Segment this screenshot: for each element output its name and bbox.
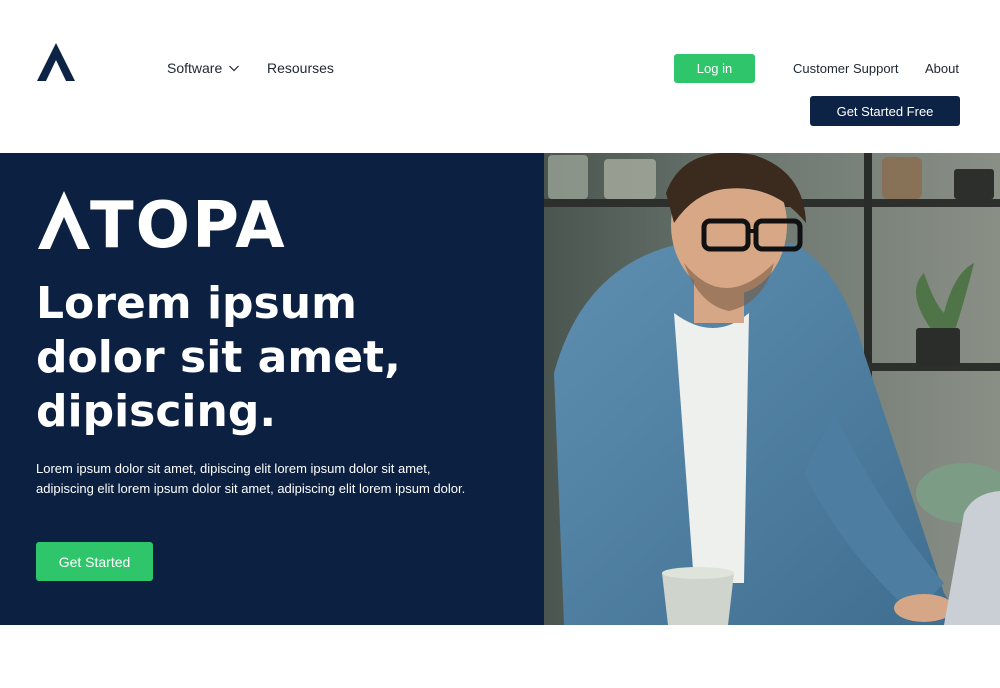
chevron-down-icon bbox=[229, 65, 240, 72]
brand-a-glyph-icon bbox=[38, 191, 90, 249]
nav-software-label: Software bbox=[167, 60, 223, 76]
nav-resources[interactable]: Resourses bbox=[267, 60, 334, 76]
hero-headline: Lorem ipsum dolor sit amet, dipiscing. bbox=[36, 278, 401, 437]
nav-about[interactable]: About bbox=[925, 61, 959, 76]
atopa-logo-icon[interactable] bbox=[37, 43, 75, 81]
nav-software-dropdown[interactable]: Software bbox=[167, 60, 240, 76]
brand-wordmark: TOPA bbox=[38, 191, 287, 258]
nav-customer-support[interactable]: Customer Support bbox=[793, 61, 899, 76]
get-started-button[interactable]: Get Started bbox=[36, 542, 153, 581]
hero-description: Lorem ipsum dolor sit amet, dipiscing el… bbox=[36, 461, 466, 496]
man-with-laptop-image bbox=[544, 153, 1000, 625]
brand-wordmark-text: TOPA bbox=[90, 189, 287, 263]
hero-photo bbox=[544, 153, 1000, 625]
login-button[interactable]: Log in bbox=[674, 54, 755, 83]
get-started-free-button[interactable]: Get Started Free bbox=[810, 96, 960, 126]
hero-panel: TOPA Lorem ipsum dolor sit amet, dipisci… bbox=[0, 153, 544, 625]
hero-section: TOPA Lorem ipsum dolor sit amet, dipisci… bbox=[0, 153, 1000, 625]
